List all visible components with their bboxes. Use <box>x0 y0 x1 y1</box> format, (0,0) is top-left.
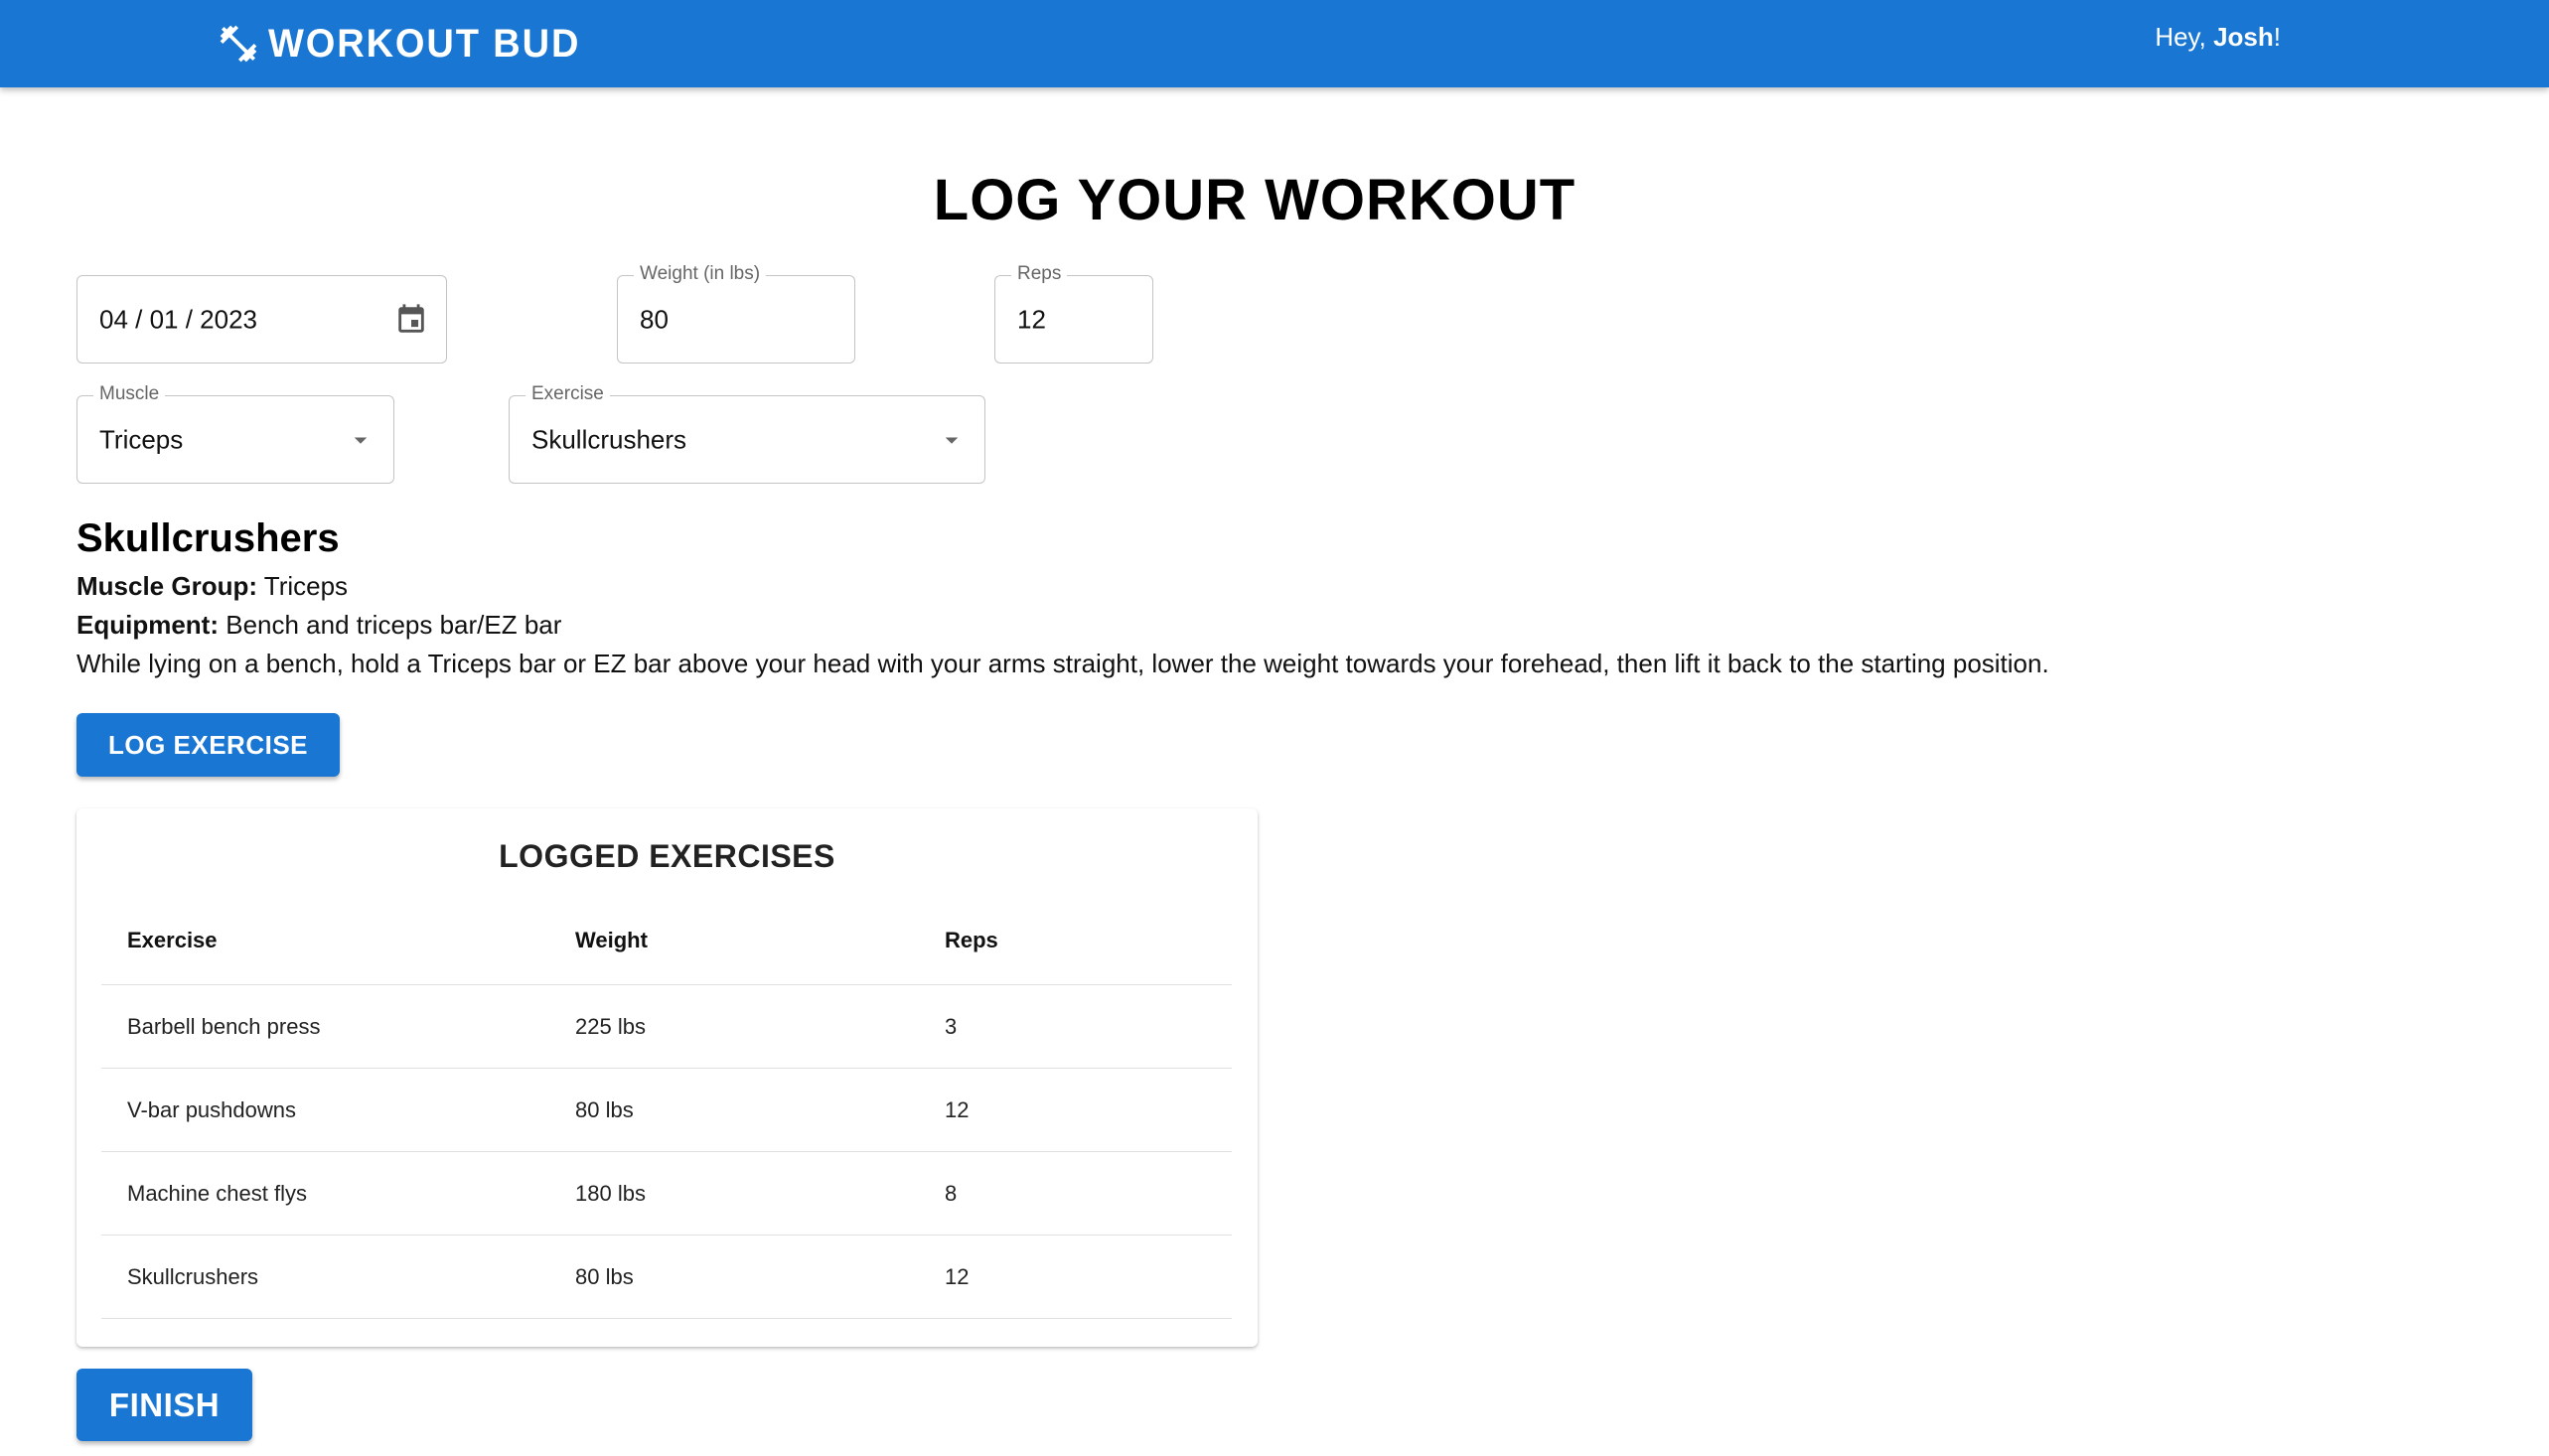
finish-button[interactable]: FINISH <box>76 1369 252 1441</box>
weight-label: Weight (in lbs) <box>634 263 767 285</box>
weight-input[interactable]: 80 <box>640 304 669 335</box>
exercise-label: Exercise <box>525 383 610 405</box>
logged-exercises-card: LOGGED EXERCISES Exercise Weight Reps Ba… <box>76 808 1258 1347</box>
table-row: V-bar pushdowns 80 lbs 12 <box>101 1069 1232 1152</box>
column-header-exercise: Exercise <box>127 927 218 952</box>
log-exercise-button[interactable]: LOG EXERCISE <box>76 713 340 777</box>
equipment-line: Equipment: Bench and triceps bar/EZ bar <box>76 610 561 641</box>
user-name: Josh <box>2213 22 2274 52</box>
column-header-reps: Reps <box>945 927 998 952</box>
date-field[interactable]: 04 / 01 / 2023 <box>76 275 447 364</box>
row-exercise: V-bar pushdowns <box>127 1096 296 1122</box>
app-bar: WORKOUT BUD Hey, Josh! <box>0 0 2549 87</box>
exercise-select[interactable]: Exercise Skullcrushers <box>509 383 985 484</box>
exercise-name: Skullcrushers <box>76 516 340 560</box>
row-reps: 12 <box>945 1096 970 1122</box>
arrow-drop-down-icon[interactable] <box>937 425 967 455</box>
logged-exercises-table: Exercise Weight Reps Barbell bench press… <box>101 896 1232 1319</box>
equipment-value: Bench and triceps bar/EZ bar <box>225 610 562 640</box>
greeting-prefix: Hey, <box>2155 22 2214 52</box>
greeting-suffix: ! <box>2273 22 2281 52</box>
table-row: Barbell bench press 225 lbs 3 <box>101 985 1232 1069</box>
table-row: Machine chest flys 180 lbs 8 <box>101 1152 1232 1236</box>
logged-exercises-title: LOGGED EXERCISES <box>499 838 835 874</box>
table-row: Skullcrushers 80 lbs 12 <box>101 1236 1232 1319</box>
reps-field[interactable]: Reps 12 <box>994 263 1153 364</box>
weight-field[interactable]: Weight (in lbs) 80 <box>617 263 855 364</box>
row-reps: 8 <box>945 1180 958 1206</box>
muscle-group-label: Muscle Group: <box>76 571 258 601</box>
equipment-label: Equipment: <box>76 610 219 640</box>
row-weight: 80 lbs <box>575 1263 634 1289</box>
muscle-group-line: Muscle Group: Triceps <box>76 571 348 602</box>
reps-input[interactable]: 12 <box>1017 304 1046 335</box>
muscle-label: Muscle <box>93 383 166 405</box>
row-exercise: Machine chest flys <box>127 1180 307 1206</box>
column-header-weight: Weight <box>575 927 648 952</box>
row-reps: 12 <box>945 1263 970 1289</box>
user-greeting: Hey, Josh! <box>2155 22 2281 53</box>
arrow-drop-down-icon[interactable] <box>346 425 375 455</box>
muscle-group-value: Triceps <box>263 571 349 601</box>
date-value[interactable]: 04 / 01 / 2023 <box>99 304 257 335</box>
page-title: LOG YOUR WORKOUT <box>933 168 1576 232</box>
exercise-value[interactable]: Skullcrushers <box>531 424 686 455</box>
brand-name: WORKOUT BUD <box>268 21 581 66</box>
row-weight: 225 lbs <box>575 1013 646 1039</box>
row-reps: 3 <box>945 1013 958 1039</box>
exercise-description: While lying on a bench, hold a Triceps b… <box>76 649 2049 678</box>
reps-label: Reps <box>1011 263 1068 285</box>
muscle-select[interactable]: Muscle Triceps <box>76 383 394 484</box>
row-exercise: Skullcrushers <box>127 1263 259 1289</box>
brand[interactable]: WORKOUT BUD <box>217 14 597 73</box>
muscle-value[interactable]: Triceps <box>99 424 183 455</box>
row-weight: 180 lbs <box>575 1180 646 1206</box>
table-header-row: Exercise Weight Reps <box>101 896 1232 985</box>
row-exercise: Barbell bench press <box>127 1013 321 1039</box>
calendar-icon[interactable] <box>394 303 428 337</box>
dumbbell-icon <box>217 22 260 66</box>
row-weight: 80 lbs <box>575 1096 634 1122</box>
